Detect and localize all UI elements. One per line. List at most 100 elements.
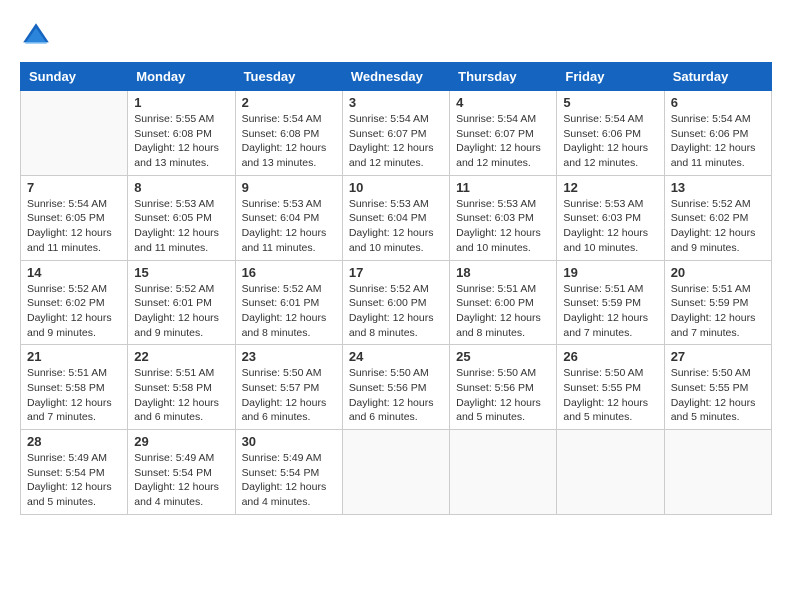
day-number: 13 — [671, 180, 765, 195]
day-info: Sunrise: 5:51 AM Sunset: 5:59 PM Dayligh… — [671, 282, 765, 341]
day-info: Sunrise: 5:52 AM Sunset: 6:02 PM Dayligh… — [671, 197, 765, 256]
day-cell: 23Sunrise: 5:50 AM Sunset: 5:57 PM Dayli… — [235, 345, 342, 430]
day-number: 8 — [134, 180, 228, 195]
day-info: Sunrise: 5:52 AM Sunset: 6:01 PM Dayligh… — [242, 282, 336, 341]
day-number: 2 — [242, 95, 336, 110]
calendar: SundayMondayTuesdayWednesdayThursdayFrid… — [20, 62, 772, 515]
day-info: Sunrise: 5:54 AM Sunset: 6:06 PM Dayligh… — [563, 112, 657, 171]
day-cell: 17 Sunrise: 5:52 AM Sunset: 6:00 PM Dayli… — [342, 260, 449, 345]
day-cell: 4 Sunrise: 5:54 AM Sunset: 6:07 PM Daylig… — [450, 91, 557, 176]
day-number: 26 — [563, 349, 657, 364]
day-cell: 26 Sunrise: 5:50 AM Sunset: 5:55 PM Dayli… — [557, 345, 664, 430]
day-number: 25 — [456, 349, 550, 364]
day-info: Sunrise: 5:55 AM Sunset: 6:08 PM Dayligh… — [134, 112, 228, 171]
day-cell — [664, 430, 771, 515]
day-cell — [21, 91, 128, 176]
day-cell: 22 Sunrise: 5:51 AM Sunset: 5:58 PM Dayli… — [128, 345, 235, 430]
day-cell: 3 Sunrise: 5:54 AM Sunset: 6:07 PM Daylig… — [342, 91, 449, 176]
day-number: 4 — [456, 95, 550, 110]
day-cell: 20 Sunrise: 5:51 AM Sunset: 5:59 PM Dayli… — [664, 260, 771, 345]
header-monday: Monday — [128, 63, 235, 91]
day-info: Sunrise: 5:51 AM Sunset: 6:00 PM Dayligh… — [456, 282, 550, 341]
day-cell: 21 Sunrise: 5:51 AM Sunset: 5:58 PM Dayli… — [21, 345, 128, 430]
day-number: 28 — [27, 434, 121, 449]
header-thursday: Thursday — [450, 63, 557, 91]
day-cell: 12Sunrise: 5:53 AM Sunset: 6:03 PM Dayli… — [557, 175, 664, 260]
day-number: 3 — [349, 95, 443, 110]
day-info: Sunrise: 5:52 AM Sunset: 6:02 PM Dayligh… — [27, 282, 121, 341]
day-cell: 6 Sunrise: 5:54 AM Sunset: 6:06 PM Daylig… — [664, 91, 771, 176]
day-info: Sunrise: 5:51 AM Sunset: 5:58 PM Dayligh… — [134, 366, 228, 425]
day-cell: 2 Sunrise: 5:54 AM Sunset: 6:08 PM Daylig… — [235, 91, 342, 176]
day-info: Sunrise: 5:54 AM Sunset: 6:07 PM Dayligh… — [456, 112, 550, 171]
header — [20, 20, 772, 52]
day-number: 6 — [671, 95, 765, 110]
day-number: 11 — [456, 180, 550, 195]
day-number: 15 — [134, 265, 228, 280]
day-info: Sunrise: 5:50 AM Sunset: 5:56 PM Dayligh… — [349, 366, 443, 425]
day-info: Sunrise: 5:54 AM Sunset: 6:07 PM Dayligh… — [349, 112, 443, 171]
day-number: 30 — [242, 434, 336, 449]
day-info: Sunrise: 5:50 AM Sunset: 5:55 PM Dayligh… — [671, 366, 765, 425]
day-cell: 18 Sunrise: 5:51 AM Sunset: 6:00 PM Dayli… — [450, 260, 557, 345]
day-number: 1 — [134, 95, 228, 110]
day-info: Sunrise: 5:53 AM Sunset: 6:04 PM Dayligh… — [349, 197, 443, 256]
day-cell — [450, 430, 557, 515]
day-cell: 1 Sunrise: 5:55 AM Sunset: 6:08 PM Daylig… — [128, 91, 235, 176]
day-cell: 16Sunrise: 5:52 AM Sunset: 6:01 PM Dayli… — [235, 260, 342, 345]
day-cell: 10 Sunrise: 5:53 AM Sunset: 6:04 PM Dayli… — [342, 175, 449, 260]
day-number: 17 — [349, 265, 443, 280]
logo — [20, 20, 58, 52]
calendar-header-row: SundayMondayTuesdayWednesdayThursdayFrid… — [21, 63, 772, 91]
header-tuesday: Tuesday — [235, 63, 342, 91]
day-info: Sunrise: 5:51 AM Sunset: 5:58 PM Dayligh… — [27, 366, 121, 425]
day-number: 19 — [563, 265, 657, 280]
day-info: Sunrise: 5:54 AM Sunset: 6:05 PM Dayligh… — [27, 197, 121, 256]
day-number: 20 — [671, 265, 765, 280]
day-cell: 5 Sunrise: 5:54 AM Sunset: 6:06 PM Daylig… — [557, 91, 664, 176]
day-cell — [342, 430, 449, 515]
day-info: Sunrise: 5:52 AM Sunset: 6:00 PM Dayligh… — [349, 282, 443, 341]
week-row-5: 28 Sunrise: 5:49 AM Sunset: 5:54 PM Dayli… — [21, 430, 772, 515]
day-info: Sunrise: 5:53 AM Sunset: 6:03 PM Dayligh… — [563, 197, 657, 256]
day-info: Sunrise: 5:51 AM Sunset: 5:59 PM Dayligh… — [563, 282, 657, 341]
day-cell: 9Sunrise: 5:53 AM Sunset: 6:04 PM Daylig… — [235, 175, 342, 260]
day-info: Sunrise: 5:49 AM Sunset: 5:54 PM Dayligh… — [134, 451, 228, 510]
week-row-4: 21 Sunrise: 5:51 AM Sunset: 5:58 PM Dayli… — [21, 345, 772, 430]
day-number: 10 — [349, 180, 443, 195]
header-wednesday: Wednesday — [342, 63, 449, 91]
day-number: 7 — [27, 180, 121, 195]
day-number: 9 — [242, 180, 336, 195]
day-cell: 19 Sunrise: 5:51 AM Sunset: 5:59 PM Dayli… — [557, 260, 664, 345]
logo-icon — [20, 20, 52, 52]
day-number: 18 — [456, 265, 550, 280]
day-cell: 13 Sunrise: 5:52 AM Sunset: 6:02 PM Dayli… — [664, 175, 771, 260]
day-cell: 28 Sunrise: 5:49 AM Sunset: 5:54 PM Dayli… — [21, 430, 128, 515]
day-cell: 27Sunrise: 5:50 AM Sunset: 5:55 PM Dayli… — [664, 345, 771, 430]
day-cell: 11 Sunrise: 5:53 AM Sunset: 6:03 PM Dayli… — [450, 175, 557, 260]
day-info: Sunrise: 5:49 AM Sunset: 5:54 PM Dayligh… — [27, 451, 121, 510]
day-cell: 30Sunrise: 5:49 AM Sunset: 5:54 PM Dayli… — [235, 430, 342, 515]
day-info: Sunrise: 5:52 AM Sunset: 6:01 PM Dayligh… — [134, 282, 228, 341]
day-number: 23 — [242, 349, 336, 364]
day-info: Sunrise: 5:54 AM Sunset: 6:08 PM Dayligh… — [242, 112, 336, 171]
day-cell: 7 Sunrise: 5:54 AM Sunset: 6:05 PM Daylig… — [21, 175, 128, 260]
week-row-3: 14 Sunrise: 5:52 AM Sunset: 6:02 PM Dayli… — [21, 260, 772, 345]
day-number: 14 — [27, 265, 121, 280]
day-info: Sunrise: 5:54 AM Sunset: 6:06 PM Dayligh… — [671, 112, 765, 171]
header-saturday: Saturday — [664, 63, 771, 91]
day-info: Sunrise: 5:53 AM Sunset: 6:03 PM Dayligh… — [456, 197, 550, 256]
week-row-1: 1 Sunrise: 5:55 AM Sunset: 6:08 PM Daylig… — [21, 91, 772, 176]
day-info: Sunrise: 5:53 AM Sunset: 6:05 PM Dayligh… — [134, 197, 228, 256]
day-number: 5 — [563, 95, 657, 110]
day-info: Sunrise: 5:50 AM Sunset: 5:55 PM Dayligh… — [563, 366, 657, 425]
day-cell: 29 Sunrise: 5:49 AM Sunset: 5:54 PM Dayli… — [128, 430, 235, 515]
day-cell: 24 Sunrise: 5:50 AM Sunset: 5:56 PM Dayli… — [342, 345, 449, 430]
day-cell: 14 Sunrise: 5:52 AM Sunset: 6:02 PM Dayli… — [21, 260, 128, 345]
day-cell — [557, 430, 664, 515]
day-number: 24 — [349, 349, 443, 364]
day-number: 21 — [27, 349, 121, 364]
day-number: 22 — [134, 349, 228, 364]
day-number: 29 — [134, 434, 228, 449]
header-sunday: Sunday — [21, 63, 128, 91]
